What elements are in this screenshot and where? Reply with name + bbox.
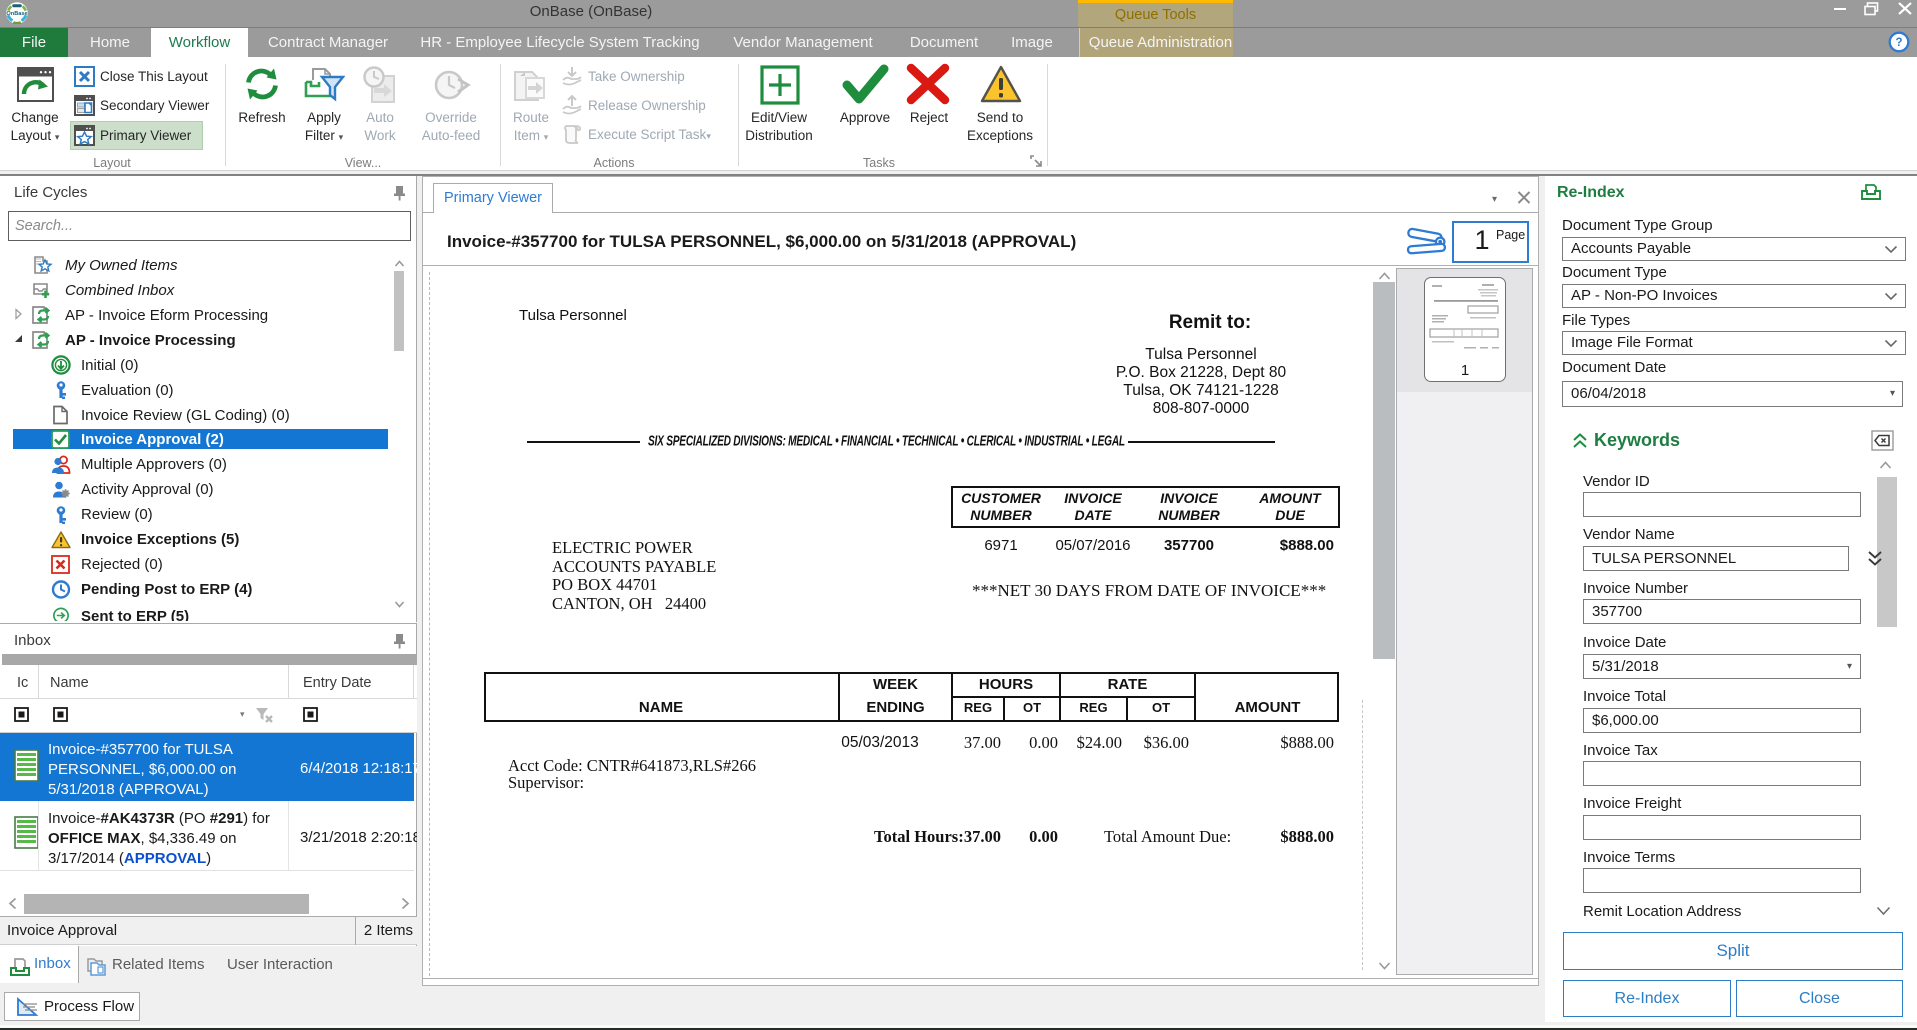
svg-text:OnBase: OnBase	[6, 11, 27, 17]
svg-text:?: ?	[1895, 37, 1902, 49]
